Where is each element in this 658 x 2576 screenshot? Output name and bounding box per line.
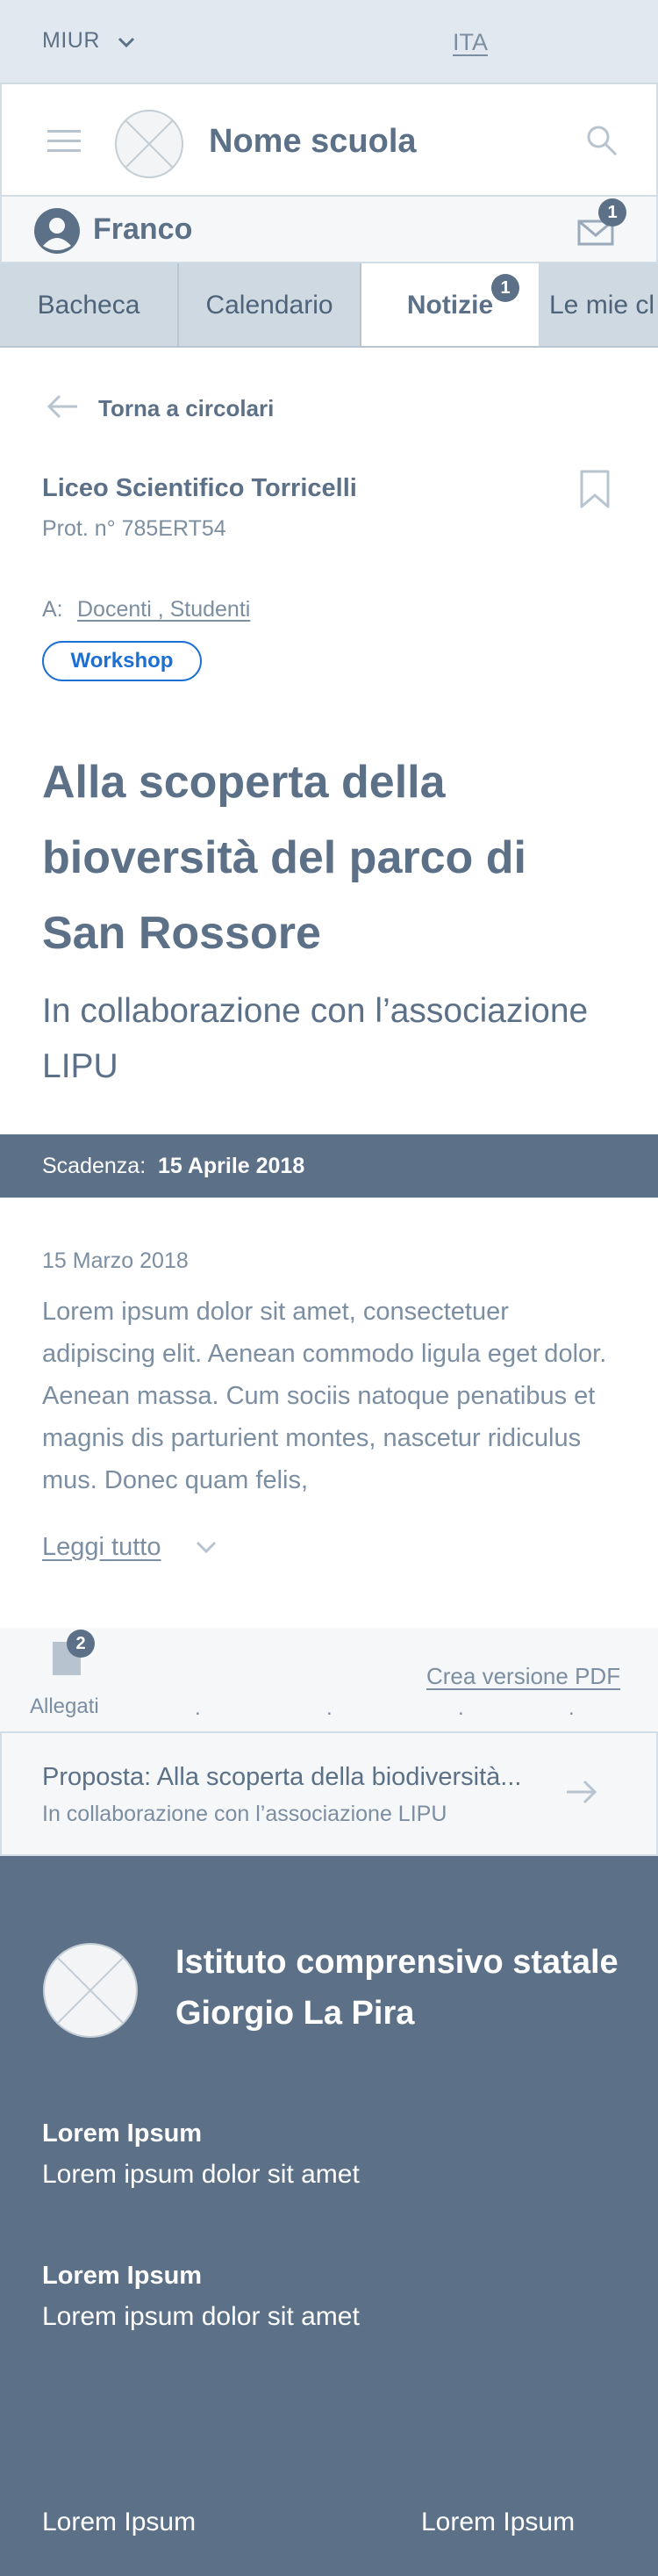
top-bar: MIUR ITA bbox=[0, 0, 658, 84]
chevron-down-icon[interactable] bbox=[195, 1538, 218, 1556]
circular-body-text: Lorem ipsum dolor sit amet, consectetuer… bbox=[42, 1298, 607, 1494]
hamburger-menu-icon[interactable] bbox=[47, 130, 81, 153]
circular-subtitle: In collaborazione con l’associazione LIP… bbox=[42, 992, 589, 1085]
publish-date: 15 Marzo 2018 bbox=[42, 1248, 189, 1273]
deadline-label: Scadenza: bbox=[42, 1154, 147, 1178]
language-switch-link[interactable]: ITA bbox=[453, 29, 488, 56]
miur-menu-label[interactable]: MIUR bbox=[42, 28, 100, 54]
bookmark-icon[interactable] bbox=[579, 469, 611, 509]
protocol-number: Prot. n° 785ERT54 bbox=[42, 516, 226, 541]
footer-link-right[interactable]: Lorem Ipsum bbox=[421, 2508, 575, 2537]
workshop-tag[interactable]: Workshop bbox=[42, 641, 202, 681]
arrow-right-icon[interactable] bbox=[565, 1779, 598, 1805]
section-tabs: Bacheca Calendario Notizie Le mie cl 1 bbox=[0, 263, 658, 348]
user-bar: Franco 1 bbox=[0, 197, 658, 263]
footer-text: Lorem ipsum dolor sit amet bbox=[42, 2302, 360, 2331]
sender-name: Liceo Scientifico Torricelli bbox=[42, 474, 357, 502]
back-to-circulars-link[interactable]: Torna a circolari bbox=[98, 395, 274, 422]
school-logo-placeholder-icon bbox=[115, 110, 183, 178]
pagination-dot: . bbox=[569, 1696, 575, 1720]
search-icon[interactable] bbox=[584, 123, 619, 158]
user-avatar-icon[interactable] bbox=[33, 207, 81, 255]
related-title: Proposta: Alla scoperta della biodiversi… bbox=[42, 1763, 522, 1791]
tab-bacheca[interactable]: Bacheca bbox=[0, 263, 179, 346]
recipients-label: A: bbox=[42, 597, 63, 622]
site-footer: Istituto comprensivo statale Giorgio La … bbox=[0, 1856, 658, 2576]
related-subtitle: In collaborazione con l’associazione LIP… bbox=[42, 1802, 447, 1826]
read-more-link[interactable]: Leggi tutto bbox=[42, 1533, 161, 1562]
attachments-bar: 2 Allegati . . . . Crea versione PDF bbox=[0, 1628, 658, 1731]
related-proposal-card[interactable]: Proposta: Alla scoperta della biodiversi… bbox=[0, 1731, 658, 1856]
user-name[interactable]: Franco bbox=[93, 212, 192, 247]
mail-count-badge: 1 bbox=[598, 198, 626, 227]
create-pdf-link[interactable]: Crea versione PDF bbox=[426, 1663, 620, 1690]
attachments-label[interactable]: Allegati bbox=[30, 1695, 99, 1719]
deadline-bar: Scadenza: 15 Aprile 2018 bbox=[0, 1134, 658, 1198]
recipients-link[interactable]: Docenti , Studenti bbox=[77, 597, 250, 622]
footer-heading: Lorem Ipsum bbox=[42, 2119, 203, 2148]
chevron-down-icon[interactable] bbox=[116, 32, 137, 53]
circular-title: Alla scoperta della bioversità del parco… bbox=[42, 757, 526, 959]
back-arrow-icon[interactable] bbox=[46, 393, 81, 424]
footer-heading: Lorem Ipsum bbox=[42, 2262, 203, 2290]
institute-logo-placeholder-icon bbox=[43, 1943, 138, 2038]
pagination-dot: . bbox=[326, 1696, 333, 1720]
institute-name: Istituto comprensivo statale Giorgio La … bbox=[175, 1944, 619, 2032]
attachments-count-badge: 2 bbox=[67, 1630, 95, 1658]
school-name[interactable]: Nome scuola bbox=[209, 123, 417, 161]
deadline-value: 15 Aprile 2018 bbox=[158, 1154, 305, 1178]
tab-le-mie-classi[interactable]: Le mie cl bbox=[540, 263, 658, 346]
footer-text: Lorem ipsum dolor sit amet bbox=[42, 2160, 360, 2189]
pagination-dot: . bbox=[195, 1696, 201, 1720]
footer-link-left[interactable]: Lorem Ipsum bbox=[42, 2508, 196, 2537]
tab-calendario[interactable]: Calendario bbox=[179, 263, 361, 346]
pagination-dot: . bbox=[458, 1696, 464, 1720]
notizie-count-badge: 1 bbox=[491, 274, 519, 302]
site-header: Nome scuola bbox=[0, 84, 658, 197]
